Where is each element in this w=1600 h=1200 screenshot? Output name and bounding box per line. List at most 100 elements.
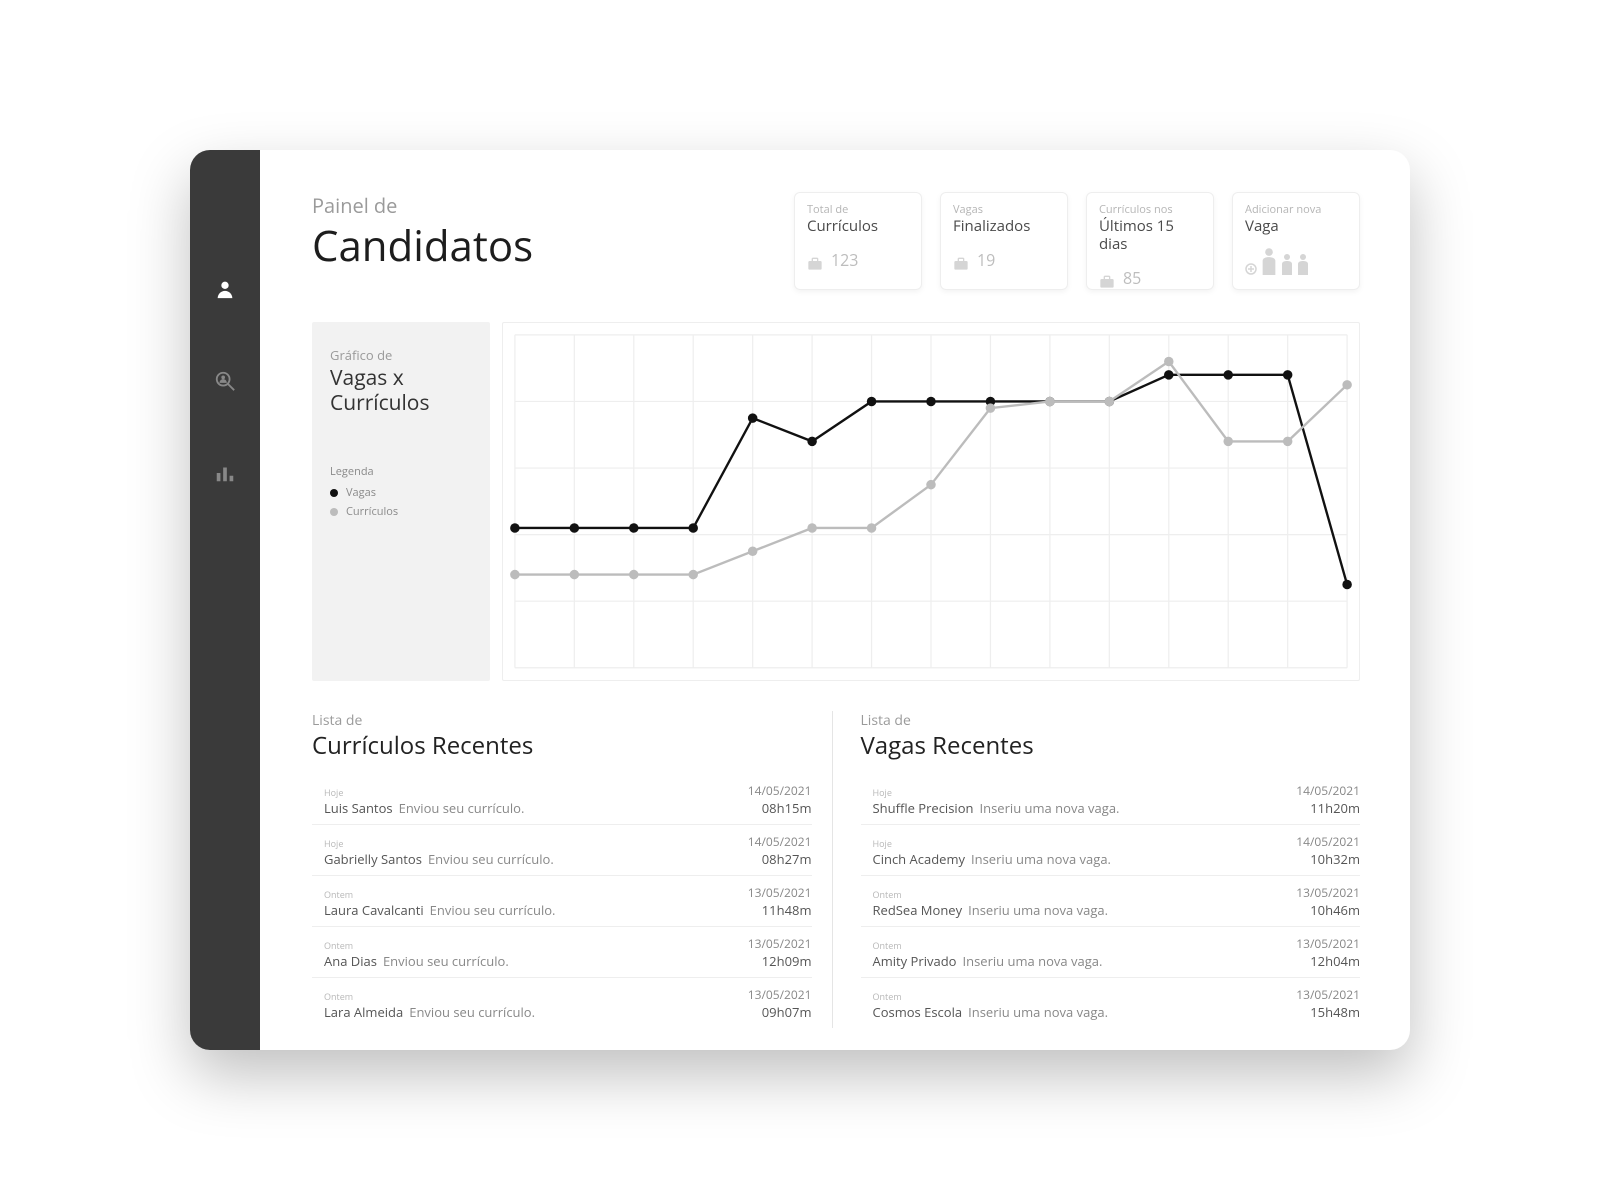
card-title: Finalizados: [953, 217, 1055, 235]
sidebar-item-reports[interactable]: [214, 464, 236, 486]
list-items: HojeShuffle PrecisionInseriu uma nova va…: [861, 774, 1361, 1028]
item-action: Enviou seu currículo.: [383, 952, 509, 970]
item-time: 11h20m: [1296, 799, 1360, 817]
item-time: 08h15m: [748, 799, 812, 817]
card-title: Últimos 15 dias: [1099, 217, 1201, 253]
item-when: Hoje: [324, 837, 554, 850]
legend-dot: [330, 489, 338, 497]
list-curriculos-recentes: Lista de Currículos Recentes Hoje Luis Sa…: [312, 711, 833, 1028]
item-action: Inseriu uma nova vaga.: [971, 850, 1111, 868]
legend-label: Currículos: [346, 504, 398, 519]
list-item[interactable]: OntemLara AlmeidaEnviou seu currículo.13…: [312, 978, 812, 1028]
page-title: Candidatos: [312, 217, 533, 274]
card-add-vaga[interactable]: Adicionar nova Vaga: [1232, 192, 1360, 290]
card-title: Currículos: [807, 217, 909, 235]
list-title: Currículos Recentes: [312, 729, 812, 762]
item-when: Ontem: [324, 939, 509, 952]
item-time: 12h04m: [1296, 952, 1360, 970]
summary-cards: Total de Currículos 123 Vagas Finalizado…: [794, 192, 1360, 290]
card-value: 85: [1123, 267, 1141, 289]
search-user-icon: [214, 370, 236, 397]
item-when: Ontem: [324, 888, 555, 901]
item-who: Gabrielly Santos: [324, 850, 422, 868]
item-when: Ontem: [873, 888, 1109, 901]
card-supertitle: Vagas: [953, 203, 1055, 216]
item-time: 09h07m: [748, 1003, 812, 1021]
list-item[interactable]: HojeGabrielly Santos Enviou seu currículo…: [312, 825, 812, 876]
list-item[interactable]: OntemLaura CavalcantiEnviou seu currícul…: [312, 876, 812, 927]
item-who: Luis Santos: [324, 799, 393, 817]
item-time: 12h09m: [748, 952, 812, 970]
user-icon: [214, 278, 236, 305]
chart-supertitle: Gráfico de: [330, 346, 472, 364]
legend-dot: [330, 508, 338, 516]
card-supertitle: Total de: [807, 203, 909, 216]
list-item[interactable]: HojeShuffle Precision Inseriu uma nova va…: [861, 774, 1361, 825]
legend-item-curriculos: Currículos: [330, 504, 472, 519]
card-ultimos-15-dias[interactable]: Currículos nos Últimos 15 dias 85: [1086, 192, 1214, 290]
legend-label: Vagas: [346, 485, 376, 500]
card-value: 123: [831, 249, 858, 271]
main-content: Painel de Candidatos Total de Currículos…: [260, 150, 1410, 1050]
sidebar: [190, 150, 260, 1050]
item-who: Cinch Academy: [873, 850, 966, 868]
item-date: 13/05/2021: [748, 986, 812, 1003]
legend-header: Legenda: [330, 464, 472, 479]
item-date: 13/05/2021: [748, 935, 812, 952]
item-who: Ana Dias: [324, 952, 377, 970]
app-frame: Painel de Candidatos Total de Currículos…: [190, 150, 1410, 1050]
chart-info-panel: Gráfico de Vagas x Currículos Legenda Va…: [312, 322, 490, 681]
sidebar-item-search[interactable]: [214, 372, 236, 394]
header-row: Painel de Candidatos Total de Currículos…: [312, 192, 1360, 290]
item-action: Inseriu uma nova vaga.: [968, 901, 1108, 919]
item-action: Enviou seu currículo.: [399, 799, 525, 817]
item-who: Shuffle Precision: [873, 799, 974, 817]
item-date: 13/05/2021: [748, 884, 812, 901]
item-date: 14/05/2021: [748, 833, 812, 850]
card-supertitle: Currículos nos: [1099, 203, 1201, 216]
list-supertitle: Lista de: [861, 711, 1361, 730]
item-when: Ontem: [324, 990, 535, 1003]
item-date: 13/05/2021: [1296, 935, 1360, 952]
list-item[interactable]: HojeLuis SantosEnviou seu currículo.14/0…: [312, 774, 812, 825]
item-when: Hoje: [873, 837, 1111, 850]
page-supertitle: Painel de: [312, 192, 533, 219]
bar-chart-icon: [214, 462, 236, 489]
chart-section: Gráfico de Vagas x Currículos Legenda Va…: [312, 322, 1360, 681]
briefcase-icon: [953, 253, 969, 267]
list-item[interactable]: OntemCosmos EscolaInseriu uma nova vaga.…: [861, 978, 1361, 1028]
add-people-icon: [1245, 247, 1347, 275]
item-date: 14/05/2021: [748, 782, 812, 799]
list-item[interactable]: OntemRedSea Money Inseriu uma nova vaga. 1…: [861, 876, 1361, 927]
list-item[interactable]: OntemAna Dias Enviou seu currículo. 13/05/…: [312, 927, 812, 978]
item-time: 10h32m: [1296, 850, 1360, 868]
card-vagas-finalizados[interactable]: Vagas Finalizados 19: [940, 192, 1068, 290]
list-title: Vagas Recentes: [861, 729, 1361, 762]
item-who: RedSea Money: [873, 901, 963, 919]
chart-title: Vagas x Currículos: [330, 366, 472, 416]
item-date: 13/05/2021: [1296, 986, 1360, 1003]
item-date: 14/05/2021: [1296, 833, 1360, 850]
item-who: Amity Privado: [873, 952, 957, 970]
item-action: Inseriu uma nova vaga.: [968, 1003, 1108, 1021]
briefcase-icon: [807, 253, 823, 267]
list-item[interactable]: HojeCinch Academy Inseriu uma nova vaga. 1…: [861, 825, 1361, 876]
item-action: Inseriu uma nova vaga.: [980, 799, 1120, 817]
item-time: 08h27m: [748, 850, 812, 868]
item-date: 14/05/2021: [1296, 782, 1360, 799]
list-items: Hoje Luis Santos Enviou seu currículo. 14/0…: [312, 774, 812, 1028]
item-time: 10h46m: [1296, 901, 1360, 919]
list-vagas-recentes: Lista de Vagas Recentes HojeShuffle Prec…: [833, 711, 1361, 1028]
item-time: 11h48m: [748, 901, 812, 919]
card-value: 19: [977, 249, 995, 271]
item-when: Ontem: [873, 990, 1109, 1003]
list-item[interactable]: OntemAmity PrivadoInseriu uma nova vaga.…: [861, 927, 1361, 978]
item-action: Enviou seu currículo.: [428, 850, 554, 868]
sidebar-item-candidates[interactable]: [214, 280, 236, 302]
legend-item-vagas: Vagas: [330, 485, 472, 500]
chart-canvas: [502, 322, 1360, 681]
card-total-curriculos[interactable]: Total de Currículos 123: [794, 192, 922, 290]
item-who: Lara Almeida: [324, 1003, 403, 1021]
list-supertitle: Lista de: [312, 711, 812, 730]
item-when: Hoje: [873, 786, 1120, 799]
